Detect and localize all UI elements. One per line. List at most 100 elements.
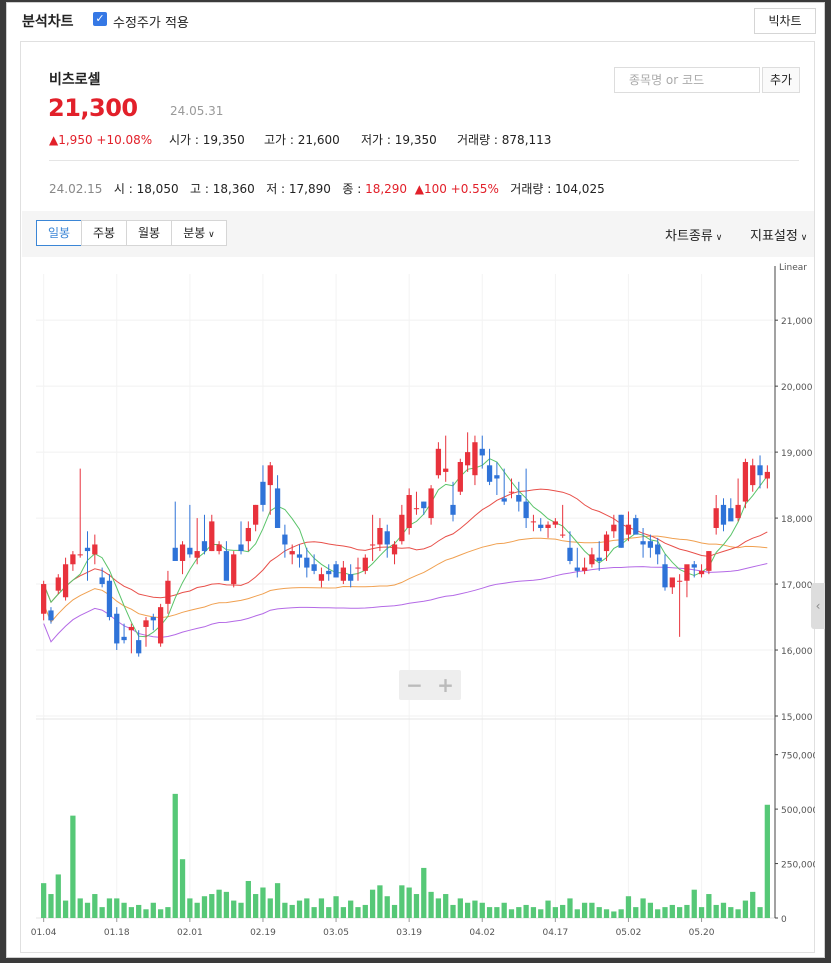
volume-bar	[501, 902, 507, 918]
analysis-chart-window: 분석차트 ✓ 수정주가 적용 빅차트 비츠로셀 21,300 24.05.31 …	[6, 2, 825, 958]
candle-body	[750, 465, 756, 486]
volume-bar	[216, 889, 222, 918]
volume-bar	[421, 867, 427, 918]
candle-body	[369, 544, 376, 546]
hover-high: 고 : 18,360	[190, 182, 255, 196]
volume-bar	[735, 909, 741, 918]
price-tick-label: 19,000	[781, 449, 813, 459]
date-axis: 01.04 01.18 02.01 02.19 03.05 03.19 04.02 04.17…	[31, 918, 715, 938]
volume-bar	[552, 907, 558, 918]
candle-body	[720, 504, 727, 525]
volume-bar	[304, 898, 310, 918]
volume-bar	[581, 902, 588, 918]
candle-body	[150, 617, 156, 621]
volume-bar	[362, 904, 368, 918]
volume-bar	[457, 898, 463, 918]
adjusted-price-label[interactable]: 수정주가 적용	[113, 12, 189, 31]
volume-bar	[589, 902, 595, 918]
volume-bar	[253, 894, 259, 918]
volume-bar	[676, 907, 683, 918]
candle-body	[289, 551, 295, 555]
candle-body	[41, 584, 47, 614]
candle-body	[757, 465, 763, 476]
volume-tick-label: 500,000	[781, 806, 815, 816]
candle-body	[267, 465, 273, 486]
candle-body	[274, 488, 281, 528]
chart-type-label: 차트종류	[665, 229, 713, 244]
volume-bar	[187, 898, 193, 918]
candle-body	[77, 554, 83, 556]
low-price: 저가 : 19,350	[361, 133, 437, 147]
candle-body	[655, 544, 661, 555]
price-chart[interactable]: Linear 21,000 20,000 19,000 18,000 17,000 16,0…	[22, 258, 815, 948]
tab-minute[interactable]: 분봉 ∨	[171, 220, 227, 246]
candle-body	[121, 636, 127, 641]
hover-low: 저 : 17,890	[266, 182, 331, 196]
indicator-settings-dropdown[interactable]: 지표설정 ∨	[750, 225, 807, 244]
volume-bar	[84, 902, 91, 918]
volume-bar	[742, 900, 749, 918]
candle-body	[391, 544, 398, 555]
volume-bar	[48, 894, 54, 918]
indicator-label: 지표설정	[750, 229, 798, 244]
date-tick-label: 03.05	[323, 928, 349, 938]
volume-bar	[194, 902, 200, 918]
chart-toolbar: 일봉 주봉 월봉 분봉 ∨ 차트종류 ∨ 지표설정 ∨	[22, 211, 814, 257]
tab-daily[interactable]: 일봉	[36, 220, 82, 246]
candle-body	[472, 442, 478, 476]
volume-bar	[640, 898, 646, 918]
chart-grid	[36, 266, 776, 919]
open-price: 시가 : 19,350	[169, 133, 245, 147]
candle-body	[194, 551, 200, 558]
volume-bar	[114, 898, 120, 918]
checkmark-icon: ✓	[95, 12, 105, 25]
window-title: 분석차트	[22, 14, 74, 30]
volume-bar	[92, 894, 98, 918]
volume-bar	[706, 894, 712, 918]
chevron-down-icon: ∨	[205, 230, 215, 240]
volume-bar	[143, 909, 149, 918]
volume-bar	[574, 909, 580, 918]
candle-body	[596, 557, 602, 561]
zoom-out-button[interactable]: −	[399, 670, 430, 700]
bigchart-button[interactable]: 빅차트	[754, 8, 816, 34]
add-stock-button[interactable]: 추가	[762, 67, 800, 93]
volume-bar	[128, 907, 135, 918]
adjusted-price-checkbox[interactable]: ✓	[93, 12, 107, 26]
candle-body	[450, 504, 456, 515]
volume-bar	[530, 907, 537, 918]
ma-line-60	[43, 563, 768, 643]
stock-search-input[interactable]: 종목명 or 코드	[614, 67, 760, 93]
tab-weekly[interactable]: 주봉	[81, 220, 127, 246]
candle-body	[538, 524, 544, 528]
date-tick-label: 04.02	[469, 928, 495, 938]
candle-body	[676, 580, 683, 582]
side-panel-handle[interactable]: ‹	[811, 583, 825, 629]
price-tick-label: 21,000	[781, 317, 813, 327]
volume-bar	[348, 900, 354, 918]
quote-summary: ▲1,950 +10.08% 시가 : 19,350 고가 : 21,600 저가 :…	[49, 131, 551, 148]
hover-open: 시 : 18,050	[113, 182, 179, 196]
candle-body	[633, 518, 639, 535]
volume-bar	[611, 911, 617, 918]
volume-bar	[201, 896, 208, 918]
volume-bar	[391, 904, 398, 918]
volume-bar	[369, 889, 376, 918]
chart-type-dropdown[interactable]: 차트종류 ∨	[665, 225, 722, 244]
zoom-in-button[interactable]: +	[430, 670, 461, 700]
tab-monthly[interactable]: 월봉	[126, 220, 172, 246]
candle-body	[523, 501, 529, 519]
candle-body	[567, 547, 573, 561]
price-tick-label: 17,000	[781, 581, 813, 591]
volume-bar	[172, 793, 178, 918]
volume-bar	[560, 904, 566, 918]
volume-bar	[764, 804, 770, 918]
zoom-control: − +	[399, 670, 461, 700]
candle-body	[114, 613, 120, 644]
volume-bar	[406, 887, 412, 918]
candle-body	[399, 514, 405, 542]
volume-bar	[136, 904, 142, 918]
volume-tick-label: 750,000	[781, 752, 815, 762]
candle-body	[238, 544, 244, 552]
date-tick-label: 01.04	[31, 928, 57, 938]
